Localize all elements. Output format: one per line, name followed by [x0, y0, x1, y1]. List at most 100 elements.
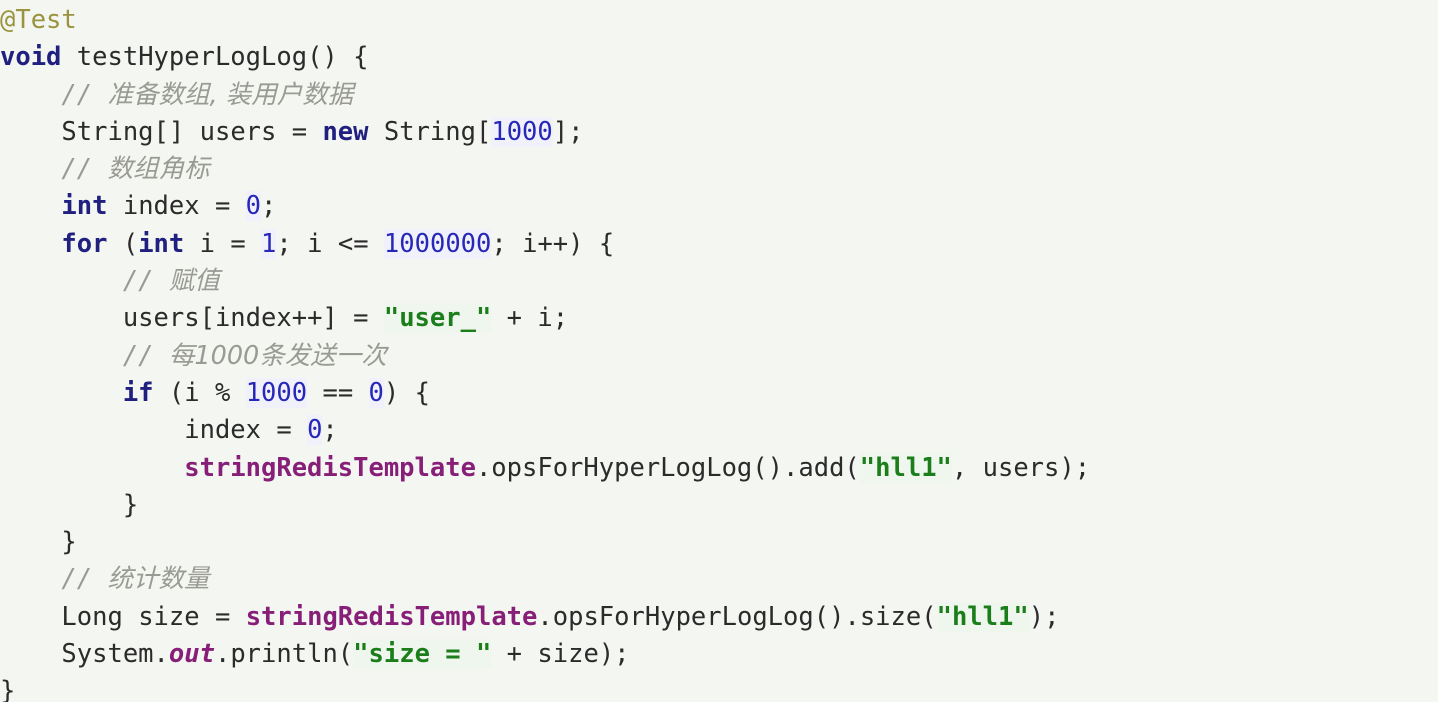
- code-token-punct: ==: [307, 377, 369, 408]
- code-line[interactable]: String[] users = new String[1000];: [0, 114, 1090, 151]
- code-token-keyword: void: [0, 42, 62, 73]
- code-token-ident: i: [307, 228, 323, 259]
- code-token-number: 0: [245, 191, 262, 222]
- code-token-type: String: [383, 116, 476, 147]
- code-token-brace: }: [0, 676, 16, 702]
- code-token-ident: users: [199, 116, 277, 147]
- code-token-punct: (: [337, 639, 354, 670]
- code-token-string: "hll1": [859, 452, 952, 483]
- code-line[interactable]: // 统计数量: [0, 561, 1090, 598]
- code-line[interactable]: stringRedisTemplate.opsForHyperLogLog().…: [0, 450, 1090, 487]
- code-token-punct: );: [1059, 452, 1091, 483]
- code-line[interactable]: if (i % 1000 == 0) {: [0, 375, 1090, 412]
- code-token-punct: ().: [752, 452, 799, 483]
- code-token-ident: users: [982, 452, 1060, 483]
- code-token-punct: ];: [552, 116, 584, 147]
- code-line[interactable]: // 数组角标: [0, 151, 1090, 188]
- code-token-method: testHyperLogLog: [76, 42, 308, 73]
- code-token-punct: ;: [491, 228, 523, 259]
- code-token-ident: size: [138, 601, 200, 632]
- code-token-keyword: if: [122, 377, 154, 408]
- code-token-number: 1000000: [383, 228, 492, 259]
- code-line[interactable]: System.out.println("size = " + size);: [0, 636, 1090, 673]
- code-line[interactable]: Long size = stringRedisTemplate.opsForHy…: [0, 599, 1090, 636]
- code-token-punct: [: [199, 303, 215, 334]
- code-token-punct: .: [537, 601, 553, 632]
- code-token-ident: users: [122, 303, 200, 334]
- code-token-method: size: [859, 601, 922, 632]
- code-token-punct: ++): [537, 228, 599, 259]
- code-token-field: stringRedisTemplate: [184, 452, 476, 483]
- code-line[interactable]: for (int i = 1; i <= 1000000; i++) {: [0, 226, 1090, 263]
- code-line[interactable]: // 每1000条发送一次: [0, 338, 1090, 375]
- code-editor-viewport[interactable]: @Test void testHyperLogLog() { // 准备数组, 装…: [0, 0, 1438, 702]
- code-token-brace: {: [353, 42, 369, 73]
- code-token-comment-cjk: 准备数组, 装用户数据: [107, 79, 354, 110]
- code-token-keyword: for: [61, 228, 108, 259]
- code-token-punct: );: [1028, 601, 1060, 632]
- code-token-punct: ): [383, 377, 415, 408]
- code-token-string: "size = ": [353, 639, 492, 670]
- code-token-punct: ;: [261, 191, 277, 222]
- code-token-keyword: new: [322, 116, 369, 147]
- code-token-comment: //: [61, 79, 108, 110]
- code-token-ident: i: [184, 377, 200, 408]
- code-token-brace: }: [61, 527, 77, 558]
- code-token-punct: =: [199, 191, 246, 222]
- code-line[interactable]: }: [0, 673, 1090, 702]
- code-line[interactable]: }: [0, 487, 1090, 524]
- code-token-brace: {: [414, 377, 430, 408]
- code-token-punct: ++] =: [291, 303, 384, 334]
- code-token-comment: //: [122, 266, 169, 297]
- code-line[interactable]: // 准备数组, 装用户数据: [0, 77, 1090, 114]
- code-token-comment: //: [122, 340, 169, 371]
- code-token-punct: (: [153, 377, 185, 408]
- code-token-type: Long: [61, 601, 123, 632]
- code-token-number: 1: [261, 228, 277, 259]
- code-token-punct: .: [214, 639, 231, 670]
- code-token-punct: );: [598, 639, 630, 670]
- code-token-comment: //: [61, 564, 108, 595]
- code-token-number: 0: [307, 415, 323, 446]
- code-token-ident: i: [537, 303, 553, 334]
- code-token-comment-cjk: 统计数量: [107, 564, 210, 595]
- code-token-string: "hll1": [936, 601, 1029, 632]
- code-token-punct: ;: [552, 303, 569, 334]
- code-line[interactable]: int index = 0;: [0, 188, 1090, 225]
- code-line[interactable]: // 赋值: [0, 263, 1090, 300]
- code-token-type: System: [61, 639, 154, 670]
- code-line[interactable]: @Test: [0, 2, 1090, 39]
- code-token-keyword: int: [138, 228, 185, 259]
- code-line[interactable]: index = 0;: [0, 412, 1090, 449]
- code-line[interactable]: void testHyperLogLog() {: [0, 39, 1090, 76]
- code-token-type: String: [61, 116, 154, 147]
- code-line[interactable]: }: [0, 524, 1090, 561]
- code-token-comment-cjk: 数组角标: [107, 154, 210, 185]
- code-line[interactable]: users[index++] = "user_" + i;: [0, 300, 1090, 337]
- code-token-comment-cjk: 每1000条发送一次: [168, 340, 387, 371]
- code-token-keyword: int: [61, 191, 108, 222]
- code-token-brace: {: [598, 228, 615, 259]
- code-token-number: 1000: [245, 377, 308, 408]
- code-token-punct: []: [153, 116, 200, 147]
- code-token-punct: .: [475, 452, 492, 483]
- code-block[interactable]: @Test void testHyperLogLog() { // 准备数组, 装…: [0, 2, 1090, 702]
- code-token-comment: //: [61, 154, 108, 185]
- code-token-punct: [: [475, 116, 492, 147]
- code-token-annotation: @Test: [0, 5, 77, 35]
